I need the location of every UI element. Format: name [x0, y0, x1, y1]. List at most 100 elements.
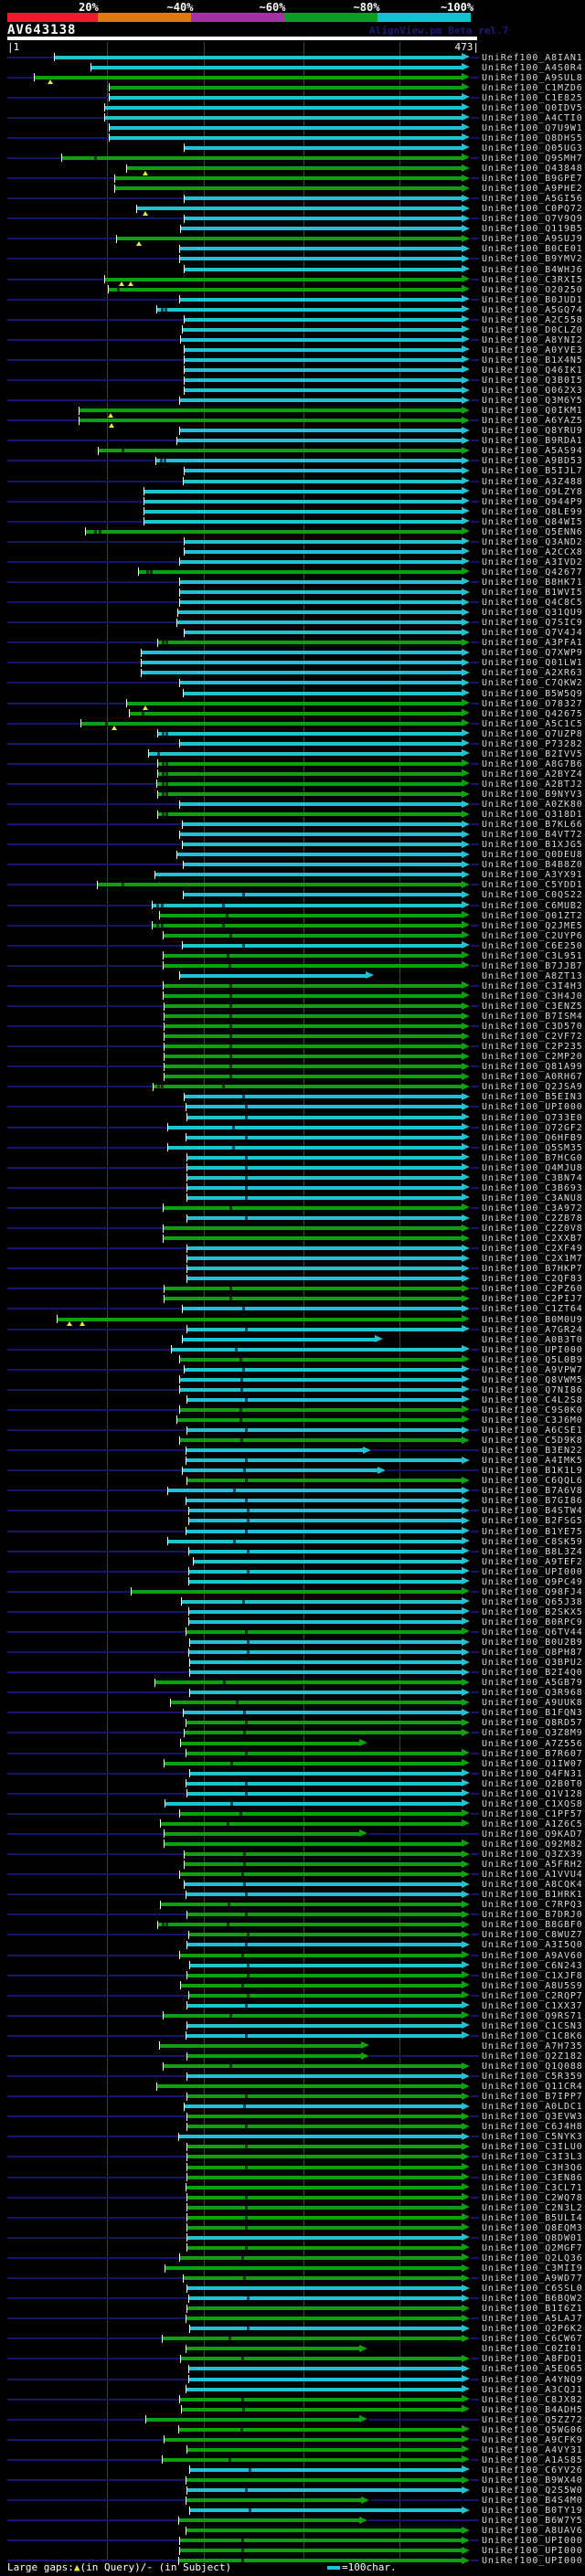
hit-label[interactable]: UniRef100_Q2JSA9: [482, 1082, 583, 1092]
alignment-row[interactable]: UniRef100_B5W5Q9: [0, 689, 585, 699]
hit-label[interactable]: UniRef100_A3YX91: [482, 870, 583, 880]
alignment-row[interactable]: UniRef100_A8G7B6: [0, 759, 585, 769]
hit-label[interactable]: UniRef100_A9AV60: [482, 1951, 583, 1961]
hit-label[interactable]: UniRef100_C2QF83: [482, 1274, 583, 1284]
alignment-row[interactable]: UniRef100_Q05UG3: [0, 143, 585, 154]
hit-label[interactable]: UniRef100_A8UAV6: [482, 2526, 583, 2536]
hit-label[interactable]: UniRef100_Q01ZT2: [482, 911, 583, 921]
alignment-row[interactable]: UniRef100_Q43848: [0, 164, 585, 175]
hit-label[interactable]: UniRef100_A5AS94: [482, 446, 583, 456]
alignment-row[interactable]: UniRef100_Q2JSA9: [0, 1082, 585, 1092]
alignment-row[interactable]: UniRef100_Q11CR4: [0, 2082, 585, 2092]
hit-label[interactable]: UniRef100_C1XJF8: [482, 1971, 583, 1981]
alignment-row[interactable]: UniRef100_Q1Q088: [0, 2062, 585, 2072]
alignment-row[interactable]: UniRef100_B8GBF0: [0, 1920, 585, 1930]
alignment-row[interactable]: UniRef100_B4VT72: [0, 830, 585, 840]
alignment-row[interactable]: UniRef100_A8UAV6: [0, 2526, 585, 2536]
hit-label[interactable]: UniRef100_A3PFA1: [482, 638, 583, 648]
alignment-row[interactable]: UniRef100_B4B8Z0: [0, 860, 585, 870]
hit-label[interactable]: UniRef100_Q8YRU9: [482, 426, 583, 436]
alignment-row[interactable]: UniRef100_B1YE75: [0, 1527, 585, 1537]
hit-label[interactable]: UniRef100_A9PHE2: [482, 184, 583, 194]
alignment-row[interactable]: UniRef100_B0U2B9: [0, 1638, 585, 1648]
alignment-row[interactable]: UniRef100_B4STW4: [0, 1506, 585, 1516]
hit-label[interactable]: UniRef100_Q9KAD7: [482, 1829, 583, 1839]
alignment-row[interactable]: UniRef100_C2VF72: [0, 1032, 585, 1042]
alignment-row[interactable]: UniRef100_A0YVE3: [0, 345, 585, 355]
hit-label[interactable]: UniRef100_C1E825: [482, 93, 583, 103]
hit-label[interactable]: UniRef100_Q9SMH7: [482, 154, 583, 164]
hit-label[interactable]: UniRef100_B5IJL7: [482, 466, 583, 476]
hit-label[interactable]: UniRef100_A6CSE1: [482, 1426, 583, 1436]
hit-label[interactable]: UniRef100_A8CQK4: [482, 1880, 583, 1890]
hit-label[interactable]: UniRef100_B5EIN3: [482, 1092, 583, 1102]
alignment-row[interactable]: UniRef100_B7A6V8: [0, 1486, 585, 1496]
hit-label[interactable]: UniRef100_Q7XWP9: [482, 648, 583, 658]
hit-label[interactable]: UniRef100_B2I4Q0: [482, 1668, 583, 1678]
alignment-row[interactable]: UniRef100_P73282: [0, 739, 585, 749]
alignment-row[interactable]: UniRef100_Q8PH87: [0, 1648, 585, 1658]
hit-label[interactable]: UniRef100_A7Z556: [482, 1739, 583, 1749]
alignment-row[interactable]: UniRef100_A5LAJ7: [0, 2314, 585, 2324]
hit-label[interactable]: UniRef100_C6QQL6: [482, 1476, 583, 1486]
hit-label[interactable]: UniRef100_A5GI56: [482, 194, 583, 204]
alignment-row[interactable]: UniRef100_B5IJL7: [0, 466, 585, 476]
hit-label[interactable]: UniRef100_B0JUD1: [482, 295, 583, 305]
alignment-row[interactable]: UniRef100_A6CSE1: [0, 1426, 585, 1436]
hit-label[interactable]: UniRef100_Q7UZP8: [482, 729, 583, 739]
hit-label[interactable]: UniRef100_B4WHJ6: [482, 265, 583, 275]
alignment-row[interactable]: UniRef100_C3B693: [0, 1183, 585, 1193]
hit-label[interactable]: UniRef100_C2PZ60: [482, 1284, 583, 1294]
alignment-row[interactable]: UniRef100_C6QQL6: [0, 1476, 585, 1486]
hit-label[interactable]: UniRef100_A8G7B6: [482, 759, 583, 769]
hit-label[interactable]: UniRef100_Q062X3: [482, 386, 583, 396]
hit-label[interactable]: UniRef100_A5EQ65: [482, 2364, 583, 2374]
hit-label[interactable]: UniRef100_Q8DW01: [482, 2233, 583, 2243]
hit-label[interactable]: UniRef100_C3B693: [482, 1183, 583, 1193]
hit-label[interactable]: UniRef100_Q81A99: [482, 1062, 583, 1072]
alignment-row[interactable]: UniRef100_C4L2S8: [0, 1395, 585, 1405]
alignment-row[interactable]: UniRef100_A9AV60: [0, 1951, 585, 1961]
alignment-row[interactable]: UniRef100_C3D570: [0, 1022, 585, 1032]
hit-label[interactable]: UniRef100_A0LDC1: [482, 2102, 583, 2112]
hit-label[interactable]: UniRef100_Q5ENN6: [482, 527, 583, 537]
hit-label[interactable]: UniRef100_B4ADH5: [482, 2405, 583, 2415]
hit-label[interactable]: UniRef100_C3H4J0: [482, 991, 583, 1002]
hit-label[interactable]: UniRef100_Q9PC49: [482, 1577, 583, 1587]
hit-label[interactable]: UniRef100_Q0IKM1: [482, 406, 583, 416]
hit-label[interactable]: UniRef100_C6SSL0: [482, 2284, 583, 2294]
alignment-row[interactable]: UniRef100_C3I3L3: [0, 2152, 585, 2162]
alignment-row[interactable]: UniRef100_A7H735: [0, 2041, 585, 2051]
hit-label[interactable]: UniRef100_C8SK59: [482, 1537, 583, 1547]
hit-label[interactable]: UniRef100_C3ILU0: [482, 2142, 583, 2152]
alignment-row[interactable]: UniRef100_Q062X3: [0, 386, 585, 396]
hit-label[interactable]: UniRef100_B5ULI4: [482, 2213, 583, 2223]
alignment-row[interactable]: UniRef100_B6BQW2: [0, 2294, 585, 2304]
hit-label[interactable]: UniRef100_A9SUL8: [482, 73, 583, 83]
hit-label[interactable]: UniRef100_Q4C8C5: [482, 598, 583, 608]
hit-label[interactable]: UniRef100_C6CW67: [482, 2334, 583, 2344]
hit-label[interactable]: UniRef100_A5GQ74: [482, 305, 583, 315]
alignment-row[interactable]: UniRef100_C2X1M7: [0, 1254, 585, 1264]
alignment-row[interactable]: UniRef100_A5FRH2: [0, 1860, 585, 1870]
alignment-row[interactable]: UniRef100_C5YDD1: [0, 880, 585, 890]
hit-label[interactable]: UniRef100_Q1IW07: [482, 1759, 583, 1769]
alignment-row[interactable]: UniRef100_Q1IW07: [0, 1759, 585, 1769]
alignment-row[interactable]: UniRef100_C6E250: [0, 941, 585, 951]
alignment-row[interactable]: UniRef100_Q6TV44: [0, 1627, 585, 1638]
hit-label[interactable]: UniRef100_Q72GF2: [482, 1123, 583, 1133]
hit-label[interactable]: UniRef100_B4B8Z0: [482, 860, 583, 870]
hit-label[interactable]: UniRef100_Q8RD57: [482, 1718, 583, 1728]
alignment-row[interactable]: UniRef100_Q46IK1: [0, 366, 585, 376]
alignment-row[interactable]: UniRef100_B7DRJ0: [0, 1910, 585, 1920]
alignment-row[interactable]: UniRef100_Q2MGF7: [0, 2243, 585, 2253]
hit-label[interactable]: UniRef100_Q84WI5: [482, 517, 583, 527]
alignment-row[interactable]: UniRef100_C1C8K6: [0, 2031, 585, 2041]
hit-label[interactable]: UniRef100_Q1V128: [482, 1789, 583, 1799]
alignment-row[interactable]: UniRef100_Q01ZT2: [0, 911, 585, 921]
alignment-row[interactable]: UniRef100_C2XF49: [0, 1244, 585, 1254]
alignment-row[interactable]: UniRef100_Q5WG06: [0, 2425, 585, 2435]
hit-label[interactable]: UniRef100_B9NYV3: [482, 790, 583, 800]
alignment-row[interactable]: UniRef100_B7IPP7: [0, 2092, 585, 2102]
hit-label[interactable]: UniRef100_A9UUK8: [482, 1698, 583, 1708]
